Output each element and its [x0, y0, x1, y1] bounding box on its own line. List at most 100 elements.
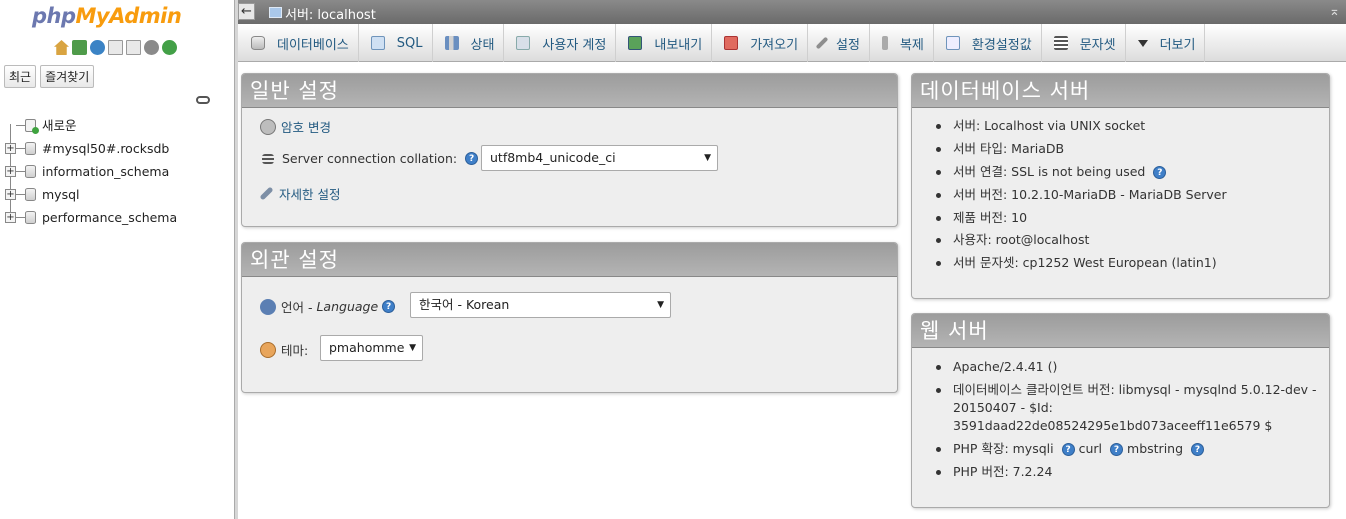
settings-gear-icon[interactable] [144, 40, 159, 55]
general-settings-panel: 일반 설정 암호 변경 Server connection collation:… [241, 73, 898, 227]
list-item: Apache/2.4.41 () [936, 358, 1326, 376]
docs2-icon[interactable] [126, 40, 141, 55]
replication-icon [881, 36, 888, 50]
collation-label: Server connection collation: [282, 151, 458, 166]
language-label: 언어 - [281, 300, 313, 315]
collation-row: Server connection collation: ? [262, 151, 488, 166]
docs-icon[interactable] [108, 40, 123, 55]
tree-item-information-schema[interactable]: + information_schema [4, 160, 232, 183]
new-database-icon [25, 119, 39, 134]
tree-item-label: information_schema [42, 164, 170, 179]
panel-title: 외관 설정 [242, 243, 897, 277]
help-icon[interactable]: ? [1061, 442, 1075, 456]
appearance-settings-panel: 외관 설정 언어 - Language ? 한국어 - Korean 테마: p… [241, 242, 898, 393]
language-select[interactable]: 한국어 - Korean [410, 292, 671, 318]
collapse-icon[interactable]: ⌅ [1329, 4, 1340, 19]
status-icon [444, 36, 459, 50]
help-icon[interactable]: ? [465, 152, 479, 165]
server-icon [269, 7, 282, 18]
home-icon[interactable] [54, 40, 69, 55]
tab-variables[interactable]: 환경설정값 [934, 24, 1042, 62]
database-icon [251, 36, 265, 50]
list-item: 데이터베이스 클라이언트 버전: libmysql - mysqlnd 5.0.… [936, 381, 1326, 435]
tree-item-label: mysql [42, 187, 80, 202]
recent-button[interactable]: 최근 [4, 65, 37, 88]
more-settings-row: 자세한 설정 [259, 184, 340, 203]
tab-sql[interactable]: SQL [359, 24, 433, 62]
help-icon[interactable]: ? [382, 300, 396, 313]
theme-select[interactable]: pmahomme [320, 335, 423, 361]
expand-icon[interactable]: + [5, 189, 16, 200]
change-password-link[interactable]: 암호 변경 [281, 117, 331, 136]
list-item: 서버 문자셋: cp1252 West European (latin1) [936, 254, 1227, 272]
favorites-button[interactable]: 즐겨찾기 [40, 65, 95, 88]
list-item: 서버 연결: SSL is not being used? [936, 163, 1227, 181]
tab-user-accounts[interactable]: 사용자 계정 [504, 24, 617, 62]
tree-item-label: 새로운 [42, 118, 77, 133]
exit-icon[interactable] [72, 40, 87, 55]
reload-icon[interactable] [162, 40, 177, 55]
import-icon [724, 36, 739, 50]
tree-item-rocksdb[interactable]: + #mysql50#.rocksdb [4, 137, 232, 160]
change-password-row: 암호 변경 [260, 117, 331, 136]
list-item: 서버 타입: MariaDB [936, 140, 1227, 158]
database-server-panel: 데이터베이스 서버 서버: Localhost via UNIX socket … [911, 73, 1330, 299]
panel-title: 웹 서버 [912, 314, 1329, 348]
list-item: 서버: Localhost via UNIX socket [936, 117, 1227, 135]
tree-item-performance-schema[interactable]: + performance_schema [4, 206, 232, 229]
wrench-icon [815, 36, 829, 50]
users-icon [516, 36, 531, 50]
tab-charsets[interactable]: 문자셋 [1042, 24, 1126, 62]
list-item: PHP 확장: mysqli? curl? mbstring? [936, 440, 1326, 458]
help-icon[interactable] [90, 40, 105, 55]
sql-icon [370, 36, 385, 50]
curl-extension: curl [1078, 440, 1103, 456]
tab-settings[interactable]: 설정 [808, 24, 870, 62]
mbstring-extension: mbstring [1127, 440, 1184, 456]
collation-icon [262, 153, 274, 164]
charset-icon [1053, 36, 1068, 50]
tab-import[interactable]: 가져오기 [712, 24, 809, 62]
server-breadcrumb[interactable]: 서버: localhost [285, 4, 376, 23]
server-breadcrumb-bar: ← 서버: localhost ⌅ [238, 0, 1346, 24]
nav-icon-bar [54, 40, 177, 55]
theme-label: 테마: [281, 343, 309, 358]
help-icon[interactable]: ? [1191, 442, 1205, 456]
database-server-info-list: 서버: Localhost via UNIX socket 서버 타입: Mar… [936, 117, 1227, 277]
theme-row: 테마: [260, 340, 308, 359]
dropdown-arrow-icon [1137, 39, 1148, 47]
database-icon [25, 188, 36, 201]
more-settings-link[interactable]: 자세한 설정 [279, 184, 340, 203]
tab-export[interactable]: 내보내기 [616, 24, 713, 62]
list-item: PHP 버전: 7.2.24 [936, 463, 1326, 481]
help-icon[interactable]: ? [1153, 165, 1167, 179]
list-item: 서버 버전: 10.2.10-MariaDB - MariaDB Server [936, 186, 1227, 204]
web-server-panel: 웹 서버 Apache/2.4.41 () 데이터베이스 클라이언트 버전: l… [911, 313, 1330, 508]
nav-tabs: 최근 즐겨찾기 [4, 65, 95, 88]
navigation-panel: phpMyAdmin 최근 즐겨찾기 새로운 + #mysql50#.rocks… [0, 0, 234, 519]
language-label-en: Language [316, 299, 379, 314]
tab-replication[interactable]: 복제 [870, 24, 934, 62]
collation-select[interactable]: utf8mb4_unicode_ci [481, 145, 718, 171]
tree-item-label: #mysql50#.rocksdb [42, 141, 170, 156]
list-item: 사용자: root@localhost [936, 231, 1227, 249]
tree-item-mysql[interactable]: + mysql [4, 183, 232, 206]
tab-databases[interactable]: 데이터베이스 [238, 24, 359, 62]
expand-icon[interactable]: + [5, 166, 16, 177]
tab-more[interactable]: 더보기 [1126, 24, 1206, 62]
phpmyadmin-logo[interactable]: phpMyAdmin [32, 4, 182, 28]
tab-status[interactable]: 상태 [433, 24, 505, 62]
database-tree: 새로운 + #mysql50#.rocksdb + information_sc… [4, 114, 232, 229]
back-arrow-icon[interactable]: ← [238, 3, 255, 20]
nav-resize-handle[interactable] [234, 0, 238, 519]
database-icon [25, 211, 36, 224]
language-icon [260, 298, 276, 315]
expand-icon[interactable]: + [5, 143, 16, 154]
database-icon [25, 142, 36, 155]
language-row: 언어 - Language ? [260, 297, 405, 316]
help-icon[interactable]: ? [1110, 442, 1124, 456]
tree-item-new[interactable]: 새로운 [4, 114, 232, 137]
expand-icon[interactable]: + [5, 212, 16, 223]
variables-icon [945, 36, 960, 50]
link-chain-icon[interactable] [196, 96, 210, 104]
